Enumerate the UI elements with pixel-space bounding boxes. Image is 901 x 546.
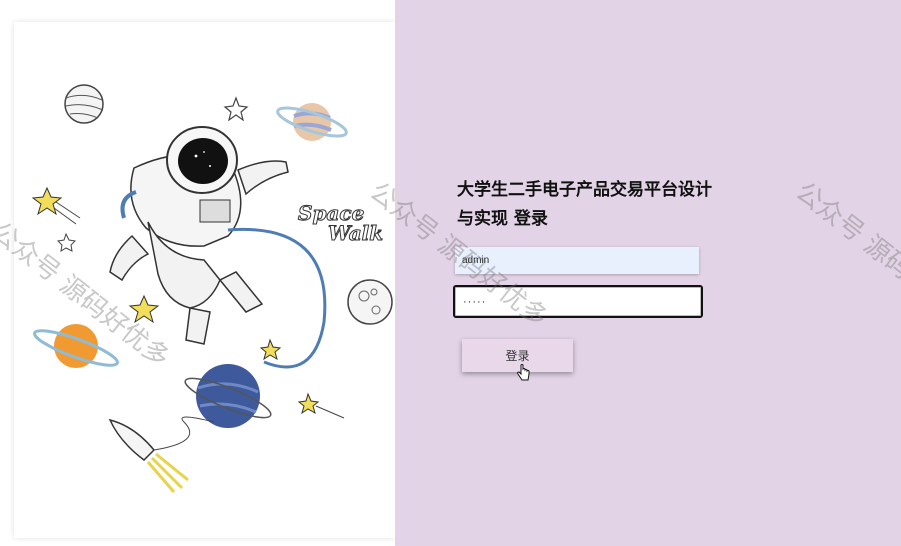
star-icon [259, 338, 282, 361]
striped-planet-icon [64, 84, 104, 124]
star-icon [223, 96, 249, 122]
astronaut-illustration: Space Walk [14, 22, 395, 538]
star-icon [56, 232, 77, 252]
hand-cursor-icon [517, 364, 530, 381]
page-title: 大学生二手电子产品交易平台设计与实现 登录 [457, 180, 712, 229]
moon-icon [347, 279, 393, 325]
star-icon [297, 392, 345, 419]
star-icon [31, 186, 81, 225]
rocket-icon [108, 416, 215, 493]
star-icon [128, 294, 160, 324]
walk-label: Walk [328, 221, 383, 245]
username-input[interactable] [455, 247, 699, 274]
password-input[interactable] [453, 285, 703, 318]
astronaut-illustration-svg: Space Walk [31, 84, 393, 493]
ringed-planet-icon [276, 103, 348, 141]
orange-planet-icon [33, 324, 119, 368]
left-panel: Space Walk [0, 0, 395, 546]
